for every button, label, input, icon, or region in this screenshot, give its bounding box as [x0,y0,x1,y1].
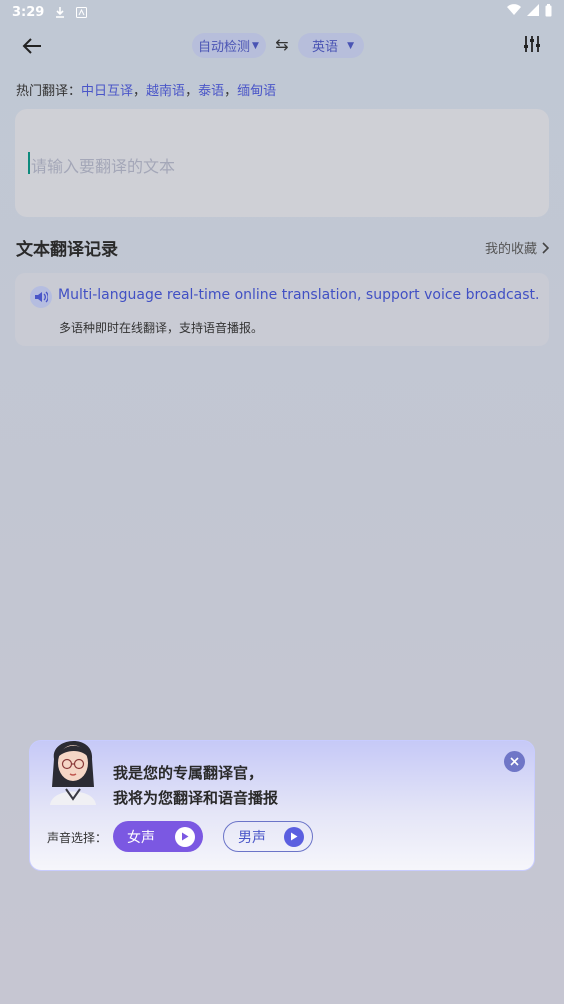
favorites-link[interactable]: 我的收藏 [485,238,550,257]
favorites-label: 我的收藏 [485,242,538,257]
hot-translations-label: 热门翻译： [16,84,82,99]
back-button[interactable] [18,32,46,60]
wifi-icon [507,4,521,20]
text-cursor [28,152,30,174]
status-bar: 3:29 [0,0,564,24]
separator: ， [185,84,199,99]
source-language-label: 自动检测 [198,40,251,55]
female-voice-button[interactable]: 女声 [113,821,203,852]
popup-line2: 我将为您翻译和语音播报 [113,789,279,807]
chevron-down-icon: ▼ [347,40,354,51]
target-language-selector[interactable]: 英语 ▼ [298,33,364,58]
hot-link-item[interactable]: 缅甸语 [237,84,276,99]
app-notification-icon [76,6,88,18]
separator: ， [133,84,147,99]
voice-selection-popup: 我是您的专属翻译官， 我将为您翻译和语音播报 声音选择： 女声 男声 [29,740,535,871]
history-source-text: Multi-language real-time online translat… [58,287,540,303]
arrow-left-icon [22,38,41,54]
top-bar: 自动检测 ▼ ⇆ 英语 ▼ [0,26,564,66]
swap-languages-icon[interactable]: ⇆ [272,35,292,55]
hot-link-item[interactable]: 泰语 [198,84,224,99]
sliders-icon [524,36,540,52]
female-voice-label: 女声 [127,829,155,846]
input-placeholder: 请输入要翻译的文本 [31,157,176,176]
close-icon [510,757,519,766]
hot-link-item[interactable]: 中日互译 [81,84,133,99]
speaker-icon[interactable] [30,286,52,308]
history-title: 文本翻译记录 [16,240,118,260]
close-button[interactable] [504,751,525,772]
voice-choice-label: 声音选择： [47,831,108,845]
source-language-selector[interactable]: 自动检测 ▼ [192,33,266,58]
status-time: 3:29 [12,4,45,20]
hot-translations: 热门翻译：中日互译，越南语，泰语，缅甸语 [16,80,276,99]
signal-icon [527,4,539,20]
translator-avatar [44,729,102,805]
settings-button[interactable] [518,30,546,58]
play-icon [175,826,195,847]
translation-input[interactable]: 请输入要翻译的文本 [15,109,549,217]
history-translation-text: 多语种即时在线翻译，支持语音播报。 [59,321,264,335]
download-icon [54,6,66,18]
target-language-label: 英语 [312,40,339,55]
battery-icon [545,3,552,21]
chevron-right-icon [542,241,550,254]
history-item[interactable]: Multi-language real-time online translat… [15,273,549,346]
popup-line1: 我是您的专属翻译官， [113,764,264,782]
hot-link-item[interactable]: 越南语 [146,84,185,99]
separator: ， [224,84,238,99]
male-voice-label: 男声 [238,829,266,846]
chevron-down-icon: ▼ [252,40,259,51]
play-icon [284,826,304,847]
male-voice-button[interactable]: 男声 [223,821,313,852]
